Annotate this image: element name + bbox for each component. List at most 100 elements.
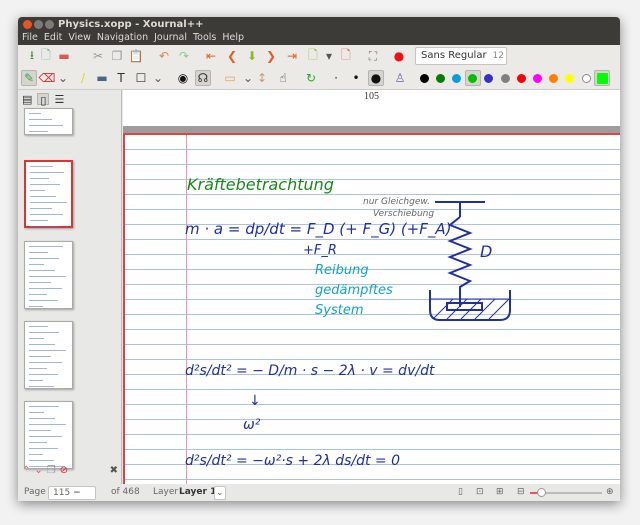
color-swatch-00c000[interactable] <box>464 70 481 86</box>
text-tool-icon[interactable]: T <box>113 70 129 86</box>
menu-view[interactable]: View <box>68 32 91 45</box>
heading-text: Kräftebetrachtung <box>187 175 334 194</box>
text-reibung: Reibung <box>315 263 369 278</box>
main-toolbar: Sans Regular 12 ⭳ 🗋 ▬ ✂ ❐ 📋 ↶ ↷ ⇤ ❮ ⬇ ❯ ⇥ 🗋 ▾ 🗋 ⛶ ● <box>18 45 620 67</box>
thumbnail-ink <box>29 276 66 277</box>
thumbnail-ink <box>29 424 66 425</box>
thumbnail-ink <box>29 412 44 413</box>
export-pdf-icon[interactable]: ▬ <box>56 48 72 64</box>
vertical-space-icon[interactable]: ↕ <box>254 70 270 86</box>
two-pages-icon[interactable]: ▯ <box>458 484 463 501</box>
eraser-dropdown-icon[interactable]: ⌄ <box>55 70 71 86</box>
color-swatch-008000[interactable] <box>432 70 448 86</box>
page-number-spinner[interactable]: 115 − + <box>48 485 96 502</box>
menu-file[interactable]: File <box>22 32 38 45</box>
color-swatch-ff8000[interactable] <box>546 70 562 86</box>
page-thumbnail-118[interactable] <box>24 401 73 469</box>
friction-term: +F_R <box>303 243 337 258</box>
pen-size-thick-icon[interactable]: ● <box>368 70 384 86</box>
minimize-window-button[interactable] <box>34 20 43 29</box>
zoom-fit-icon[interactable]: ⊡ <box>476 484 484 501</box>
paste-icon[interactable]: 📋 <box>128 48 144 64</box>
copy-page-icon[interactable]: ❐ <box>47 465 56 479</box>
color-swatch-ff00ff[interactable] <box>529 70 545 86</box>
current-page[interactable]: Kräftebetrachtung m · a = dp/dt = F_D (+… <box>123 133 620 484</box>
record-icon[interactable]: ● <box>391 48 407 64</box>
cut-icon[interactable]: ✂ <box>90 48 106 64</box>
page-decrement-button[interactable]: − <box>73 488 81 498</box>
zoom-100-icon[interactable]: ⊞ <box>496 484 504 501</box>
move-page-down-icon[interactable]: ⌄ <box>34 465 42 479</box>
menu-navigation[interactable]: Navigation <box>97 32 148 45</box>
status-bar: Page 115 − + of 468 Layer Layer 1 ⌄ ▯ ⊡ … <box>18 484 620 501</box>
page-thumbnail-115[interactable] <box>24 160 73 228</box>
goto-page-icon[interactable]: ⬇ <box>244 48 260 64</box>
undo-icon[interactable]: ↶ <box>156 48 172 64</box>
select-rectangle-icon[interactable]: ▭ <box>222 70 238 86</box>
color-swatch-3333cc[interactable] <box>481 70 497 86</box>
menu-journal[interactable]: Journal <box>154 32 187 45</box>
menu-help[interactable]: Help <box>222 32 244 45</box>
color-swatch-ffffff[interactable] <box>578 70 594 86</box>
page-thumbnail-116[interactable] <box>24 241 73 309</box>
new-document-icon[interactable]: 🗋 <box>38 48 54 64</box>
shape-recognizer-icon[interactable]: ◉ <box>175 70 191 86</box>
zoom-in-icon[interactable]: ⊕ <box>606 484 614 501</box>
next-page-icon[interactable]: ❯ <box>263 48 279 64</box>
document-canvas[interactable]: 105 Kräftebetrachtung m · a = dp/dt = F_… <box>123 90 620 484</box>
last-page-icon[interactable]: ⇥ <box>284 48 300 64</box>
color-swatch-ffff00[interactable] <box>562 70 578 86</box>
redo-icon[interactable]: ↷ <box>176 48 192 64</box>
first-page-icon[interactable]: ⇤ <box>203 48 219 64</box>
zoom-slider-handle[interactable] <box>536 488 546 497</box>
shape-dropdown-icon[interactable]: ⌄ <box>150 70 166 86</box>
copy-icon[interactable]: ❐ <box>109 48 125 64</box>
page-thumbnail-117[interactable] <box>24 321 73 389</box>
sidebar-tab-pages-icon[interactable]: ▯ <box>37 93 50 107</box>
color-swatch-00a0e0[interactable] <box>448 70 464 86</box>
menu-edit[interactable]: Edit <box>44 32 62 45</box>
color-swatch-808080[interactable] <box>497 70 513 86</box>
delete-page-icon[interactable]: 🗋 <box>338 48 354 64</box>
page-thumbnail-114[interactable] <box>24 108 73 135</box>
color-swatch-000000[interactable] <box>416 70 432 86</box>
thumbnail-ink <box>29 418 55 419</box>
maximize-window-button[interactable] <box>45 20 54 29</box>
pen-size-medium-icon[interactable]: • <box>348 70 364 86</box>
image-icon[interactable]: ▬ <box>94 70 110 86</box>
menu-tools[interactable]: Tools <box>193 32 216 45</box>
zoom-slider[interactable] <box>530 488 602 497</box>
move-page-up-icon[interactable]: ⌃ <box>22 465 30 479</box>
layer-dropdown-icon[interactable]: ⌄ <box>214 485 226 500</box>
fill-icon[interactable]: ♙ <box>392 70 408 86</box>
layer-value[interactable]: Layer 1 <box>179 484 216 501</box>
thumbnail-ink <box>29 356 51 357</box>
close-sidebar-icon[interactable]: ✖ <box>110 465 118 479</box>
zoom-out-icon[interactable]: ⊟ <box>517 484 525 501</box>
previous-page: 105 <box>123 90 620 126</box>
hand-icon[interactable]: ☝ <box>275 70 291 86</box>
color-swatch-ff0000[interactable] <box>513 70 529 86</box>
shape-rectangle-icon[interactable]: ☐ <box>133 70 149 86</box>
add-page-dropdown-icon[interactable]: ▾ <box>321 48 337 64</box>
add-page-icon[interactable]: 🗋 <box>305 48 321 64</box>
color-swatch-00ff00[interactable] <box>594 70 611 86</box>
play-object-icon[interactable]: ↻ <box>303 70 319 86</box>
highlighter-icon[interactable]: / <box>75 70 91 86</box>
pen-icon[interactable]: ✎ <box>21 70 37 86</box>
pen-size-fine-icon[interactable]: · <box>328 70 344 86</box>
delete-page-icon[interactable]: ⊘ <box>60 465 68 479</box>
font-button[interactable]: Sans Regular 12 <box>415 47 507 65</box>
snap-magnet-icon[interactable]: ☊ <box>195 70 211 86</box>
thumbnail-ink <box>29 113 41 114</box>
thumbnail-ink <box>29 368 47 369</box>
fullscreen-icon[interactable]: ⛶ <box>365 48 381 64</box>
annotation-gleichgewicht: nur Gleichgew. <box>363 197 431 207</box>
close-window-button[interactable] <box>23 20 32 29</box>
page-increment-button[interactable]: + <box>53 500 61 502</box>
equation-motion: d²s/dt² = − D/m · s − 2λ · v = dv/dt <box>185 363 435 379</box>
sidebar-tab-outline-icon[interactable]: ▤ <box>22 93 32 106</box>
sidebar-tab-layers-icon[interactable]: ☰ <box>54 93 64 106</box>
eraser-icon[interactable]: ⌫ <box>39 70 56 86</box>
previous-page-icon[interactable]: ❮ <box>224 48 240 64</box>
